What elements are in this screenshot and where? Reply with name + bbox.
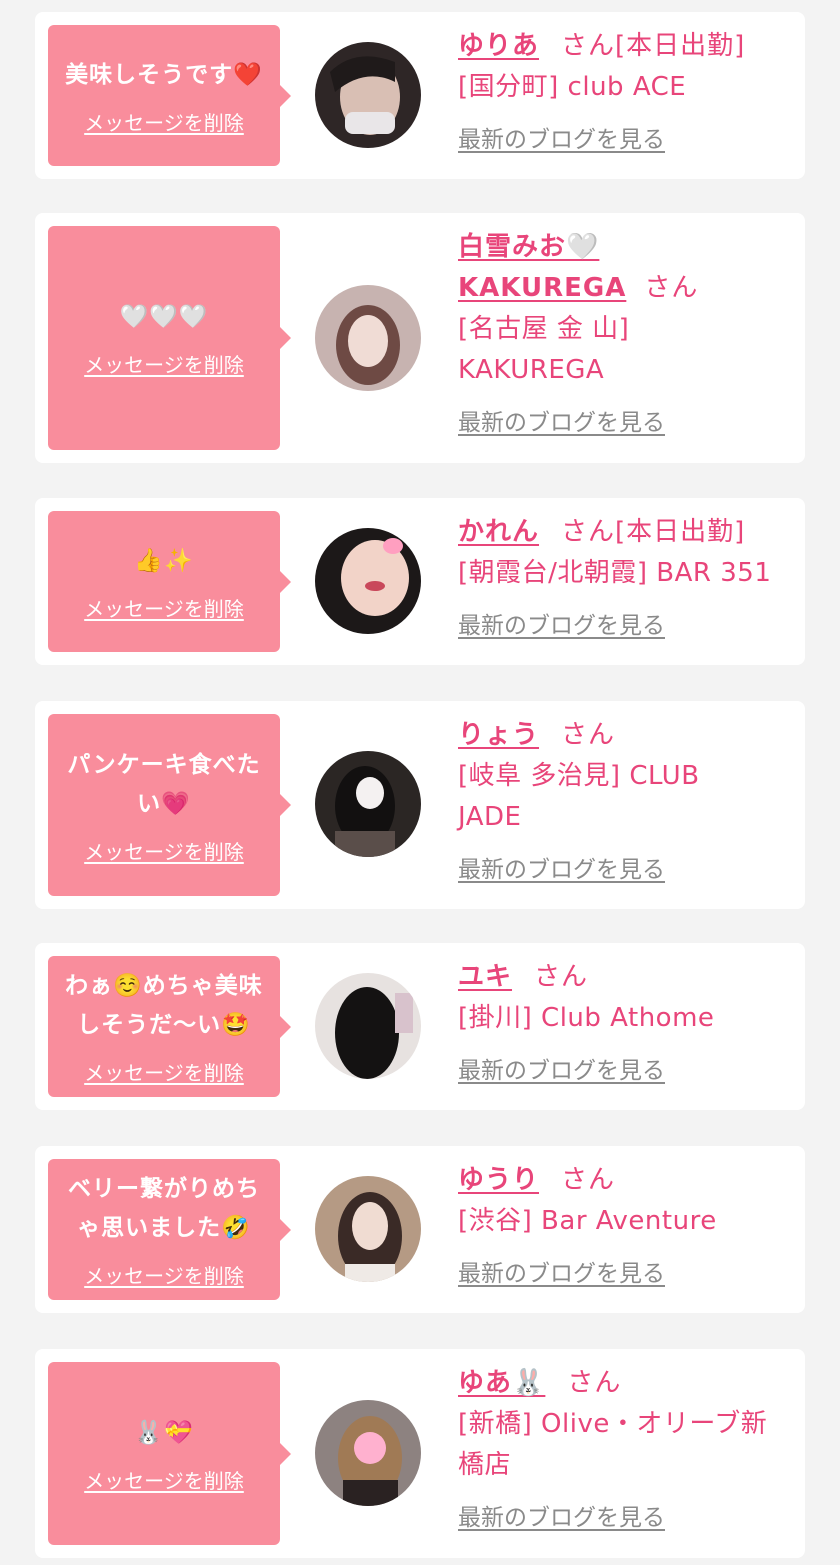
honorific: さん [561, 720, 616, 750]
avatar[interactable] [315, 42, 421, 148]
message-bubble: わぁ☺️めちゃ美味しそうだ〜い🤩 メッセージを削除 [48, 956, 291, 1097]
latest-blog-link[interactable]: 最新のブログを見る [458, 1254, 665, 1288]
avatar[interactable] [315, 1400, 421, 1506]
shop-name: [掛川] Club Athome [458, 1003, 715, 1033]
cast-name-link[interactable]: りょう [458, 720, 539, 750]
honorific: さん [561, 1165, 616, 1195]
honorific: さん [534, 962, 589, 992]
list-item: 👍✨ メッセージを削除 かれん さん[本日出勤] [朝霞台/北朝霞] BAR 35… [35, 498, 805, 665]
message-list: 美味しそうです❤️ メッセージを削除 ゆりあ さん[本日出勤] [国分町] clu… [0, 0, 840, 1565]
shop-name: [渋谷] Bar Aventure [458, 1206, 717, 1236]
message-bubble: 🐰💝 メッセージを削除 [48, 1362, 291, 1545]
cast-info: かれん さん[本日出勤] [朝霞台/北朝霞] BAR 351 最新のブログを見る [458, 512, 798, 640]
honorific: さん [561, 31, 616, 61]
avatar[interactable] [315, 751, 421, 857]
latest-blog-link[interactable]: 最新のブログを見る [458, 850, 665, 884]
delete-message-link[interactable]: メッセージを削除 [84, 1260, 244, 1289]
message-bubble: ベリー繋がりめちゃ思いました🤣 メッセージを削除 [48, 1159, 291, 1300]
cast-name-link[interactable]: ユキ [458, 962, 512, 992]
cast-name-link[interactable]: かれん [458, 517, 539, 547]
latest-blog-link[interactable]: 最新のブログを見る [458, 1498, 665, 1532]
message-text: 👍✨ [134, 547, 194, 574]
delete-message-link[interactable]: メッセージを削除 [84, 107, 244, 136]
cast-name-link[interactable]: ゆうり [458, 1165, 539, 1195]
latest-blog-link[interactable]: 最新のブログを見る [458, 1051, 665, 1085]
avatar[interactable] [315, 285, 421, 391]
honorific: さん [644, 273, 699, 303]
shop-name: [新橋] Olive・オリーブ新橋店 [458, 1409, 768, 1480]
avatar[interactable] [315, 1176, 421, 1282]
message-bubble: パンケーキ食べたい💗 メッセージを削除 [48, 714, 291, 896]
cast-name-link[interactable]: ゆあ🐰 [458, 1368, 545, 1398]
cast-info: りょう さん [岐阜 多治見] CLUB JADE 最新のブログを見る [458, 715, 738, 884]
status-badge: [本日出勤] [615, 31, 746, 61]
latest-blog-link[interactable]: 最新のブログを見る [458, 120, 665, 154]
honorific: さん [567, 1368, 622, 1398]
message-bubble: 🤍🤍🤍 メッセージを削除 [48, 226, 291, 450]
avatar[interactable] [315, 973, 421, 1079]
honorific: さん [561, 517, 616, 547]
delete-message-link[interactable]: メッセージを削除 [84, 1057, 244, 1086]
shop-name: [岐阜 多治見] CLUB JADE [458, 761, 700, 832]
list-item: わぁ☺️めちゃ美味しそうだ〜い🤩 メッセージを削除 ユキ さん [掛川] Club… [35, 943, 805, 1110]
latest-blog-link[interactable]: 最新のブログを見る [458, 403, 665, 437]
cast-name-link[interactable]: ゆりあ [458, 31, 539, 61]
cast-name-link[interactable]: 白雪みお🤍 KAKUREGA [458, 232, 626, 303]
list-item: 🤍🤍🤍 メッセージを削除 白雪みお🤍 KAKUREGA さん [名古屋 金 山] … [35, 213, 805, 463]
list-item: 美味しそうです❤️ メッセージを削除 ゆりあ さん[本日出勤] [国分町] clu… [35, 12, 805, 179]
avatar[interactable] [315, 528, 421, 634]
list-item: 🐰💝 メッセージを削除 ゆあ🐰 さん [新橋] Olive・オリーブ新橋店 最新の… [35, 1349, 805, 1558]
message-text: パンケーキ食べたい💗 [67, 751, 261, 817]
message-text: わぁ☺️めちゃ美味しそうだ〜い🤩 [65, 973, 263, 1038]
list-item: ベリー繋がりめちゃ思いました🤣 メッセージを削除 ゆうり さん [渋谷] Bar … [35, 1146, 805, 1313]
cast-info: ゆうり さん [渋谷] Bar Aventure 最新のブログを見る [458, 1160, 798, 1288]
list-item: パンケーキ食べたい💗 メッセージを削除 りょう さん [岐阜 多治見] CLUB … [35, 701, 805, 909]
cast-info: ユキ さん [掛川] Club Athome 最新のブログを見る [458, 957, 798, 1085]
message-bubble: 👍✨ メッセージを削除 [48, 511, 291, 652]
message-text: ベリー繋がりめちゃ思いました🤣 [68, 1176, 260, 1241]
cast-info: ゆりあ さん[本日出勤] [国分町] club ACE 最新のブログを見る [458, 26, 798, 154]
shop-name: [朝霞台/北朝霞] BAR 351 [458, 558, 772, 588]
delete-message-link[interactable]: メッセージを削除 [84, 836, 244, 865]
delete-message-link[interactable]: メッセージを削除 [84, 593, 244, 622]
delete-message-link[interactable]: メッセージを削除 [84, 1465, 244, 1494]
shop-name: [国分町] club ACE [458, 72, 687, 102]
message-text: 美味しそうです❤️ [65, 61, 263, 88]
delete-message-link[interactable]: メッセージを削除 [84, 349, 244, 378]
message-bubble: 美味しそうです❤️ メッセージを削除 [48, 25, 291, 166]
message-text: 🐰💝 [134, 1419, 194, 1446]
status-badge: [本日出勤] [615, 517, 746, 547]
message-text: 🤍🤍🤍 [119, 304, 209, 330]
latest-blog-link[interactable]: 最新のブログを見る [458, 606, 665, 640]
shop-name: [名古屋 金 山] KAKUREGA [458, 314, 630, 385]
cast-info: ゆあ🐰 さん [新橋] Olive・オリーブ新橋店 最新のブログを見る [458, 1363, 798, 1532]
cast-info: 白雪みお🤍 KAKUREGA さん [名古屋 金 山] KAKUREGA 最新のブ… [458, 227, 738, 437]
